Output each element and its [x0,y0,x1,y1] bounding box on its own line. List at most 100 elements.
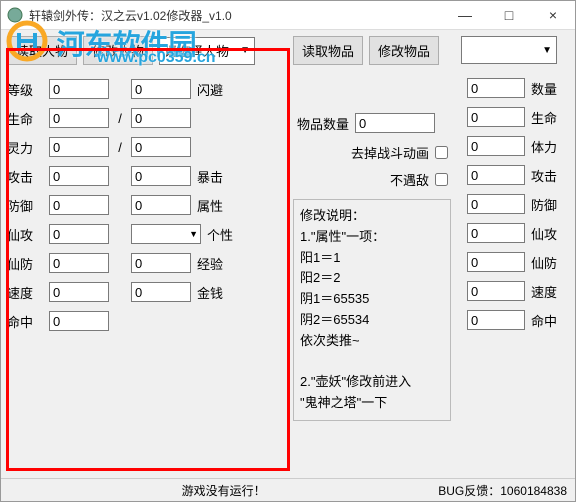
note-line: 阳1＝1 [300,248,444,269]
stat-row: 速度 金钱 [7,282,283,302]
note-line [300,352,444,373]
titlebar: 轩辕剑外传：汉之云v1.02修改器_v1.0 — □ × [1,1,575,30]
remove-battle-anim-row: 去掉战斗动画 [293,143,451,162]
right-panel: ▼ 数量生命体力攻击防御仙攻仙防速度命中 [461,36,567,421]
read-character-button[interactable]: 读取人物 [7,36,77,65]
stat-input-1[interactable] [49,253,109,273]
slash: / [115,140,125,155]
status-game: 游戏没有运行！ [9,482,438,499]
note-line: 阴1＝65535 [300,289,444,310]
item-stat-input[interactable] [467,107,525,127]
stat-row: 攻击 暴击 [7,166,283,186]
stat-input-2[interactable] [131,166,191,186]
item-stat-input[interactable] [467,281,525,301]
item-stat-row: 体力 [461,136,567,156]
left-panel: 读取人物 修改人物 请选择人物 ▼ 等级闪避生命/灵力/攻击暴击防御属性仙攻▼个… [7,36,283,421]
item-stat-label: 仙攻 [531,224,567,243]
item-stat-label: 仙防 [531,253,567,272]
note-line: 1."属性"一项： [300,227,444,248]
character-select[interactable]: 请选择人物 ▼ [159,37,255,65]
dropdown-arrow-icon: ▼ [189,229,198,239]
stat-label-left: 等级 [7,80,43,99]
stat-input-2[interactable] [131,79,191,99]
item-qty-label: 物品数量 [293,114,349,133]
item-stat-label: 体力 [531,137,567,156]
window-controls: — □ × [443,1,575,29]
note-line: 阴2＝65534 [300,310,444,331]
stat-label-right: 个性 [207,225,243,244]
stat-label-left: 速度 [7,283,43,302]
stat-input-1[interactable] [49,282,109,302]
stat-input-2[interactable] [131,108,191,128]
slash: / [115,111,125,126]
stat-row: 生命 / [7,108,283,128]
remove-battle-anim-checkbox[interactable] [435,146,448,159]
item-stat-input[interactable] [467,223,525,243]
item-stat-input[interactable] [467,78,525,98]
stat-label-right: 暴击 [197,167,233,186]
item-stat-input[interactable] [467,252,525,272]
app-window: 轩辕剑外传：汉之云v1.02修改器_v1.0 — □ × 河东软件园 www.p… [0,0,576,502]
stat-input-1[interactable] [49,108,109,128]
read-item-button[interactable]: 读取物品 [293,36,363,65]
item-stats: 数量生命体力攻击防御仙攻仙防速度命中 [461,78,567,330]
note-line: 阳2＝2 [300,268,444,289]
stat-input-2[interactable] [131,282,191,302]
stat-input-2[interactable] [131,195,191,215]
left-toolbar: 读取人物 修改人物 请选择人物 ▼ [7,36,283,65]
item-stat-input[interactable] [467,136,525,156]
close-button[interactable]: × [531,1,575,29]
stat-label-left: 仙攻 [7,225,43,244]
item-stat-row: 仙防 [461,252,567,272]
status-bug: BUG反馈：1060184838 [438,482,567,499]
stat-input-1[interactable] [49,224,109,244]
no-encounter-label: 不遇敌 [390,170,429,189]
remove-battle-anim-label: 去掉战斗动画 [351,143,429,162]
stat-input-2[interactable] [131,253,191,273]
stat-label-right: 金钱 [197,283,233,302]
note-line: 2."壶妖"修改前进入 [300,372,444,393]
stat-input-1[interactable] [49,79,109,99]
stat-label-left: 生命 [7,109,43,128]
item-stat-label: 生命 [531,108,567,127]
stat-label-right: 属性 [197,196,233,215]
stat-input-1[interactable] [49,195,109,215]
stat-input-2[interactable] [131,137,191,157]
item-stat-input[interactable] [467,165,525,185]
note-line: 依次类推~ [300,331,444,352]
item-stat-row: 生命 [461,107,567,127]
stat-label-right: 经验 [197,254,233,273]
stat-combo[interactable]: ▼ [131,224,201,244]
item-qty-input[interactable] [355,113,435,133]
stat-label-left: 命中 [7,312,43,331]
modify-character-button[interactable]: 修改人物 [83,36,153,65]
stat-row: 等级闪避 [7,79,283,99]
middle-panel: 读取物品 修改物品 物品数量 去掉战斗动画 不遇敌 修改说明： 1."属性"一项… [293,36,451,421]
dropdown-arrow-icon: ▼ [240,45,250,56]
item-stat-row: 命中 [461,310,567,330]
stat-label-left: 攻击 [7,167,43,186]
stat-row: 防御属性 [7,195,283,215]
stat-input-1[interactable] [49,311,109,331]
statusbar: 游戏没有运行！ BUG反馈：1060184838 [1,478,575,501]
item-stat-input[interactable] [467,194,525,214]
no-encounter-checkbox[interactable] [435,173,448,186]
item-select[interactable]: ▼ [461,36,557,64]
item-stat-row: 攻击 [461,165,567,185]
stat-input-1[interactable] [49,137,109,157]
item-stat-label: 命中 [531,311,567,330]
item-stat-input[interactable] [467,310,525,330]
stat-input-1[interactable] [49,166,109,186]
modify-item-button[interactable]: 修改物品 [369,36,439,65]
minimize-button[interactable]: — [443,1,487,29]
body: 读取人物 修改人物 请选择人物 ▼ 等级闪避生命/灵力/攻击暴击防御属性仙攻▼个… [1,30,575,427]
stat-row: 仙攻 ▼ 个性 [7,224,283,244]
stat-row: 仙防经验 [7,253,283,273]
item-stat-label: 数量 [531,79,567,98]
modify-note: 修改说明： 1."属性"一项：阳1＝1阳2＝2阴1＝65535阴2＝65534依… [293,199,451,421]
maximize-button[interactable]: □ [487,1,531,29]
character-stats: 等级闪避生命/灵力/攻击暴击防御属性仙攻▼个性仙防经验速度金钱命中 [7,79,283,331]
character-select-text: 请选择人物 [164,41,229,60]
stat-row: 灵力/ [7,137,283,157]
dropdown-arrow-icon: ▼ [542,45,552,56]
